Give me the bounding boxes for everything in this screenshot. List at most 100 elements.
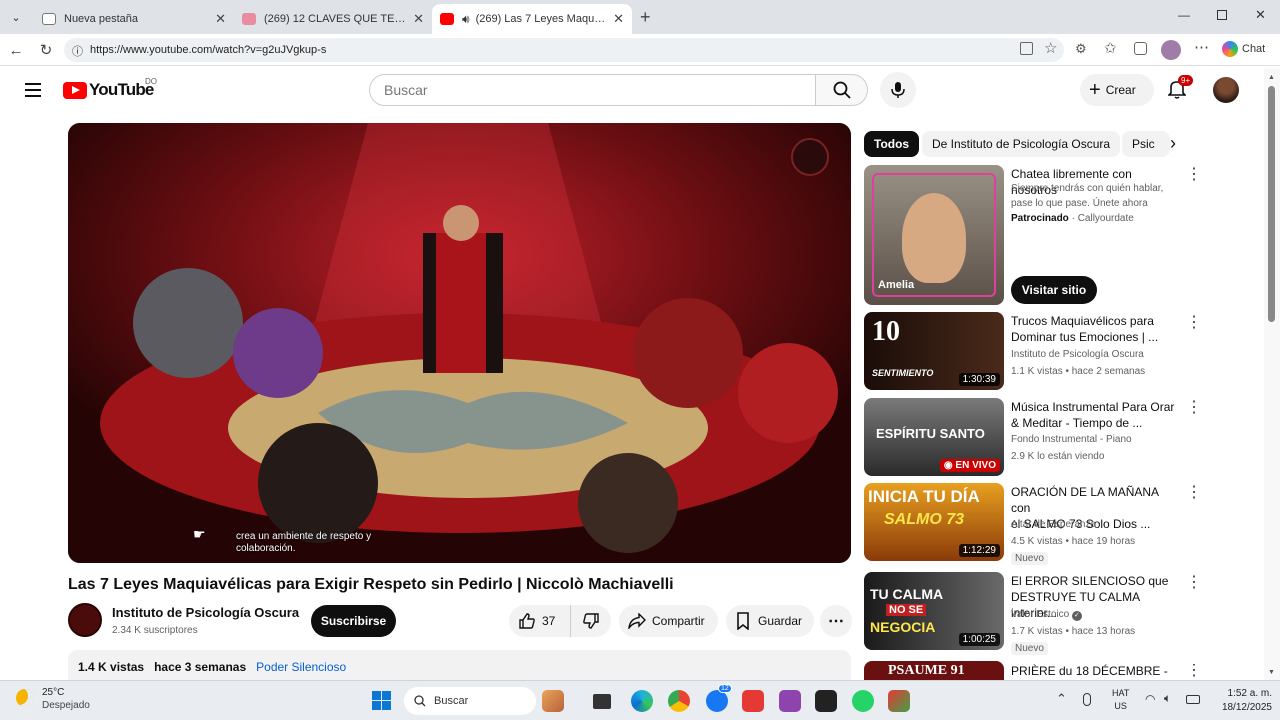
channel-name[interactable]: Instituto de Psicología Oscura <box>112 605 299 620</box>
notifications-button[interactable]: 9+ <box>1167 75 1194 104</box>
video-menu-button[interactable]: ⋮ <box>1186 315 1202 331</box>
video-thumbnail[interactable]: INICIA TU DÍA SALMO 73 1:12:29 <box>864 483 1004 561</box>
account-avatar[interactable] <box>1213 77 1239 103</box>
subscriber-count: 2.34 K suscriptores <box>112 625 198 636</box>
hashtag-link[interactable]: Poder Silencioso <box>256 660 346 674</box>
tab-list-button[interactable]: ⌄ <box>6 8 26 26</box>
wifi-icon[interactable]: ◠ <box>1145 692 1155 706</box>
moon-icon <box>16 689 34 707</box>
windows-start-icon[interactable] <box>372 691 391 710</box>
create-label: Crear <box>1105 83 1136 97</box>
chip-psic[interactable]: Psic <box>1122 131 1170 157</box>
back-button[interactable]: ← <box>6 40 26 60</box>
speaker-icon[interactable]: 🔈︎ <box>1164 691 1171 706</box>
video-menu-button[interactable]: ⋮ <box>1186 575 1202 591</box>
caption-line: crea un ambiente de respeto y <box>236 531 372 542</box>
favorites-icon[interactable]: ✩ <box>1104 39 1117 57</box>
facebook-icon[interactable]: 12 <box>706 684 732 712</box>
scroll-thumb[interactable] <box>1268 86 1275 322</box>
visit-site-button[interactable]: Visitar sitio <box>1011 276 1097 304</box>
close-icon[interactable]: ✕ <box>215 11 226 27</box>
channel-name[interactable]: Valor Estoico ✓ <box>1011 609 1082 621</box>
video-title[interactable]: PRIÈRE du 18 DÉCEMBRE - <box>1011 663 1179 680</box>
channel-name[interactable]: Fondo Instrumental - Piano <box>1011 434 1132 445</box>
close-window-button[interactable]: ✕ <box>1255 7 1266 23</box>
video-thumbnail[interactable]: 10 SENTIMIENTO 1:30:39 <box>864 312 1004 390</box>
like-button[interactable]: 37 <box>509 605 571 637</box>
video-menu-button[interactable]: ⋮ <box>1186 664 1196 680</box>
channel-avatar[interactable] <box>68 603 102 637</box>
whatsapp-icon[interactable] <box>852 690 874 712</box>
copilot-icon <box>1222 41 1238 57</box>
tab-leyes-maquiavelicas[interactable]: 🔊︎ (269) Las 7 Leyes Maquiavélic ✕ <box>432 4 632 34</box>
minimize-button[interactable]: — <box>1178 8 1190 22</box>
app-icon[interactable] <box>888 690 910 712</box>
address-bar[interactable]: ⓘ https://www.youtube.com/watch?v=g2uJVg… <box>64 38 1064 62</box>
video-menu-button[interactable]: ⋮ <box>1186 400 1202 416</box>
capcut-icon[interactable] <box>815 690 837 712</box>
site-info-icon[interactable]: ⓘ <box>72 43 83 59</box>
battery-icon[interactable] <box>1186 695 1200 704</box>
twitch-icon[interactable] <box>779 690 801 712</box>
taskbar-search[interactable]: Buscar <box>404 687 536 715</box>
maximize-button[interactable] <box>1217 10 1227 20</box>
subscribe-button[interactable]: Suscribirse <box>311 605 396 637</box>
tab-claves[interactable]: (269) 12 CLAVES QUE TE HARÁN S ✕ <box>234 4 432 34</box>
new-badge: Nuevo <box>1011 642 1048 655</box>
search-highlight-icon[interactable] <box>542 690 564 712</box>
apps-icon[interactable] <box>1020 42 1033 55</box>
ad-menu-button[interactable]: ⋮ <box>1186 167 1202 183</box>
chip-all[interactable]: Todos <box>864 131 920 157</box>
channel-name[interactable]: Altar de Esperanza <box>1011 519 1096 530</box>
file-explorer-icon[interactable] <box>593 694 611 709</box>
favorite-star-icon[interactable]: ☆ <box>1044 39 1057 57</box>
reload-button[interactable]: ↻ <box>36 40 56 60</box>
thumb-text: INICIA TU DÍA <box>868 487 980 506</box>
chip-channel[interactable]: De Instituto de Psicología Oscura <box>922 131 1121 157</box>
video-thumbnail[interactable]: TU CALMA NO SE NEGOCIA 1:00:25 <box>864 572 1004 650</box>
share-button[interactable]: Compartir <box>619 605 718 637</box>
channel-name[interactable]: Instituto de Psicología Oscura <box>1011 349 1144 360</box>
edge-browser-icon[interactable] <box>631 690 653 712</box>
video-menu-button[interactable]: ⋮ <box>1186 485 1202 501</box>
collections-icon[interactable] <box>1134 42 1147 55</box>
dislike-button[interactable] <box>571 605 611 637</box>
page-scrollbar[interactable]: ▲ ▼ <box>1264 68 1280 680</box>
more-icon[interactable]: ⋯ <box>1194 38 1209 56</box>
chrome-icon[interactable] <box>668 690 690 712</box>
video-title[interactable]: Música Instrumental Para Orar & Meditar -… <box>1011 399 1179 431</box>
extensions-icon[interactable]: ⚙︎ <box>1075 41 1087 57</box>
video-player[interactable]: ☛ <box>68 123 851 563</box>
video-title[interactable]: Trucos Maquiavélicos para Dominar tus Emo… <box>1011 313 1179 345</box>
more-actions-button[interactable]: ⋯ <box>820 605 852 637</box>
new-tab-button[interactable]: + <box>640 7 651 28</box>
profile-avatar[interactable] <box>1161 40 1181 60</box>
speaker-icon[interactable]: 🔊︎ <box>462 12 470 27</box>
clock[interactable]: 1:52 a. m. 18/12/2025 <box>1212 687 1272 715</box>
video-meta: 4.5 K vistas • hace 19 horas <box>1011 536 1136 547</box>
weather-widget[interactable]: 25°C Despejado <box>14 687 124 715</box>
microphone-icon[interactable] <box>1083 693 1091 706</box>
close-icon[interactable]: ✕ <box>613 11 624 27</box>
search-button[interactable] <box>815 74 868 106</box>
video-thumbnail[interactable]: ESPÍRITU SANTO ◉ EN VIVO <box>864 398 1004 476</box>
facebook-badge: 12 <box>718 684 732 693</box>
scroll-down-arrow[interactable]: ▼ <box>1268 669 1275 676</box>
video-thumbnail[interactable]: PSAUME 91 <box>864 661 1004 680</box>
ad-thumbnail[interactable]: Amelia <box>864 165 1004 305</box>
scroll-up-arrow[interactable]: ▲ <box>1268 74 1275 81</box>
copilot-chat-button[interactable]: Chat <box>1222 41 1265 57</box>
chevron-up-icon[interactable]: ⌃ <box>1056 691 1067 707</box>
language-indicator[interactable]: HAT US <box>1112 687 1129 713</box>
save-button[interactable]: Guardar <box>726 605 814 637</box>
voice-search-button[interactable] <box>880 72 916 108</box>
youtube-logo[interactable]: YouTube <box>63 80 154 100</box>
search-input[interactable]: Buscar <box>369 74 816 106</box>
tab-new-tab[interactable]: Nueva pestaña ✕ <box>34 4 234 34</box>
app-icon[interactable] <box>742 690 764 712</box>
video-meta: 1.7 K vistas • hace 13 horas <box>1011 626 1136 637</box>
close-icon[interactable]: ✕ <box>413 11 424 27</box>
menu-icon[interactable] <box>25 83 41 97</box>
create-button[interactable]: + Crear <box>1080 74 1154 106</box>
chevron-right-icon[interactable]: › <box>1170 134 1176 152</box>
